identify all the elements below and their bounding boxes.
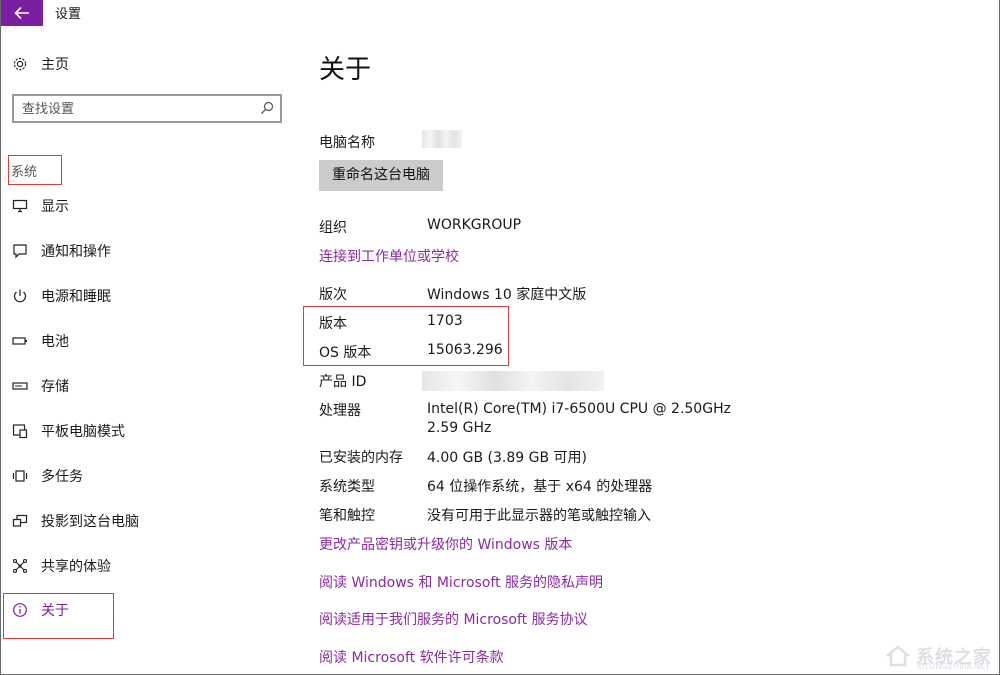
sidebar-item-label: 电池 — [41, 331, 69, 351]
sidebar-item-label: 存储 — [41, 376, 69, 396]
project-icon — [11, 512, 29, 530]
home-label: 主页 — [41, 54, 69, 74]
pen-touch-label: 笔和触控 — [319, 505, 375, 525]
watermark-logo: 系统之家 XITONGZHIJIA.NET — [884, 643, 992, 669]
pen-touch-value: 没有可用于此显示器的笔或触控输入 — [427, 505, 651, 525]
processor-value: Intel(R) Core(TM) i7-6500U CPU @ 2.50GHz… — [427, 400, 747, 438]
title-bar: 设置 — [1, 0, 999, 26]
sidebar-item-label: 平板电脑模式 — [41, 421, 125, 441]
product-id-label: 产品 ID — [319, 371, 366, 391]
sidebar-item-label: 显示 — [41, 196, 69, 216]
search-input[interactable] — [22, 99, 252, 119]
edition-value: Windows 10 家庭中文版 — [427, 284, 586, 304]
pc-name-label: 电脑名称 — [319, 132, 375, 152]
system-type-label: 系统类型 — [319, 476, 375, 496]
gear-icon — [11, 55, 29, 73]
privacy-statement-link[interactable]: 阅读 Windows 和 Microsoft 服务的隐私声明 — [319, 572, 603, 592]
sidebar-item-label: 共享的体验 — [41, 556, 111, 576]
sidebar-item-storage[interactable]: 存储 — [11, 375, 69, 397]
product-id-redacted — [422, 371, 604, 391]
sidebar-item-display[interactable]: 显示 — [11, 195, 69, 217]
highlight-box-version — [303, 306, 509, 366]
multitasking-icon — [11, 467, 29, 485]
rename-pc-button[interactable]: 重命名这台电脑 — [319, 160, 443, 191]
shared-experience-icon — [11, 557, 29, 575]
system-type-value: 64 位操作系统，基于 x64 的处理器 — [427, 476, 652, 496]
sidebar-item-multitasking[interactable]: 多任务 — [11, 465, 83, 487]
search-box[interactable] — [12, 94, 282, 123]
sidebar-item-project[interactable]: 投影到这台电脑 — [11, 510, 139, 532]
ram-value: 4.00 GB (3.89 GB 可用) — [427, 447, 587, 467]
main-content: 关于 电脑名称 重命名这台电脑 组织 WORKGROUP 连接到工作单位或学校 … — [319, 27, 979, 673]
sidebar-item-tablet-mode[interactable]: 平板电脑模式 — [11, 420, 125, 442]
org-value: WORKGROUP — [427, 217, 521, 233]
back-arrow-icon — [14, 6, 30, 20]
power-icon — [11, 287, 29, 305]
page-title: 关于 — [319, 49, 371, 86]
sidebar-item-power[interactable]: 电源和睡眠 — [11, 285, 111, 307]
sidebar-item-label: 通知和操作 — [41, 241, 111, 261]
search-icon[interactable] — [260, 101, 274, 115]
home-nav-item[interactable]: 主页 — [11, 53, 69, 75]
highlight-box-about — [3, 593, 114, 639]
processor-label: 处理器 — [319, 400, 361, 420]
watermark-house-icon — [884, 644, 912, 668]
battery-icon — [11, 332, 29, 350]
sidebar-item-shared-experiences[interactable]: 共享的体验 — [11, 555, 111, 577]
monitor-icon — [11, 197, 29, 215]
license-terms-link[interactable]: 阅读 Microsoft 软件许可条款 — [319, 647, 504, 667]
sidebar-item-notifications[interactable]: 通知和操作 — [11, 240, 111, 262]
edition-label: 版次 — [319, 284, 347, 304]
pc-name-redacted — [422, 130, 462, 148]
storage-icon — [11, 377, 29, 395]
sidebar-item-battery[interactable]: 电池 — [11, 330, 69, 352]
back-button[interactable] — [1, 0, 43, 26]
watermark-url: XITONGZHIJIA.NET — [916, 662, 990, 671]
notification-icon — [11, 242, 29, 260]
sidebar-item-label: 投影到这台电脑 — [41, 511, 139, 531]
sidebar: 主页 系统 显示 通知和操作 电源和睡眠 电池 — [1, 27, 301, 673]
services-agreement-link[interactable]: 阅读适用于我们服务的 Microsoft 服务协议 — [319, 609, 588, 629]
sidebar-item-label: 多任务 — [41, 466, 83, 486]
highlight-box-system — [8, 155, 62, 185]
sidebar-item-label: 电源和睡眠 — [41, 286, 111, 306]
connect-work-school-link[interactable]: 连接到工作单位或学校 — [319, 246, 459, 266]
tablet-mode-icon — [11, 422, 29, 440]
window-title: 设置 — [55, 3, 81, 22]
change-product-key-link[interactable]: 更改产品密钥或升级你的 Windows 版本 — [319, 534, 572, 554]
ram-label: 已安装的内存 — [319, 447, 403, 467]
org-label: 组织 — [319, 217, 347, 237]
